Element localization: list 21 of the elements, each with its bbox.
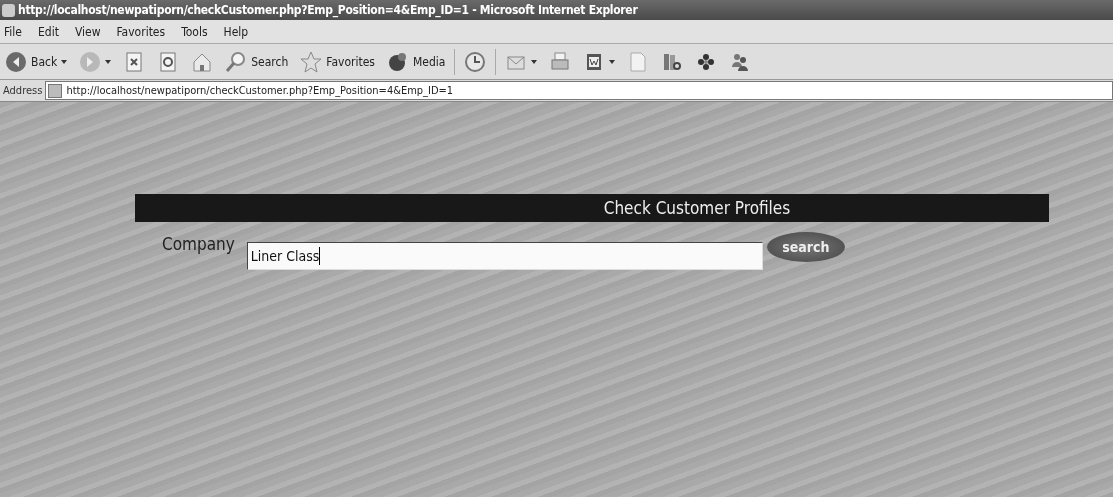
printer-icon — [549, 50, 572, 73]
company-label: Company — [162, 234, 235, 254]
search-button[interactable]: search — [766, 232, 845, 262]
clock-icon — [464, 50, 487, 73]
star-icon — [300, 50, 323, 73]
menu-item[interactable]: Edit — [38, 24, 59, 39]
page-heading: Check Customer Profiles — [135, 194, 1049, 222]
window-title: http://localhost/newpatiporn/checkCustomer.php?Emp_Position=4&Emp_ID=1 - Microsoft Internet Explorer — [18, 3, 638, 17]
menu-item[interactable]: Help — [223, 24, 249, 39]
back-button[interactable]: Back — [2, 48, 71, 75]
address-field[interactable]: http://localhost/newpatiporn/checkCustomer.php?Emp_Position=4&Emp_ID=1 — [45, 81, 1113, 100]
menu-item[interactable]: File — [4, 24, 22, 39]
search-icon — [225, 50, 248, 73]
address-label: Address — [3, 84, 43, 97]
favorites-button[interactable]: Favorites — [297, 48, 378, 75]
menu-item[interactable]: Favorites — [116, 24, 166, 39]
menu-item[interactable]: View — [74, 24, 101, 39]
search-button[interactable]: Search — [222, 48, 292, 75]
company-field[interactable]: Liner Class — [246, 242, 763, 270]
media-button[interactable]: Media — [383, 48, 449, 75]
menu-item[interactable]: Tools — [181, 24, 208, 39]
